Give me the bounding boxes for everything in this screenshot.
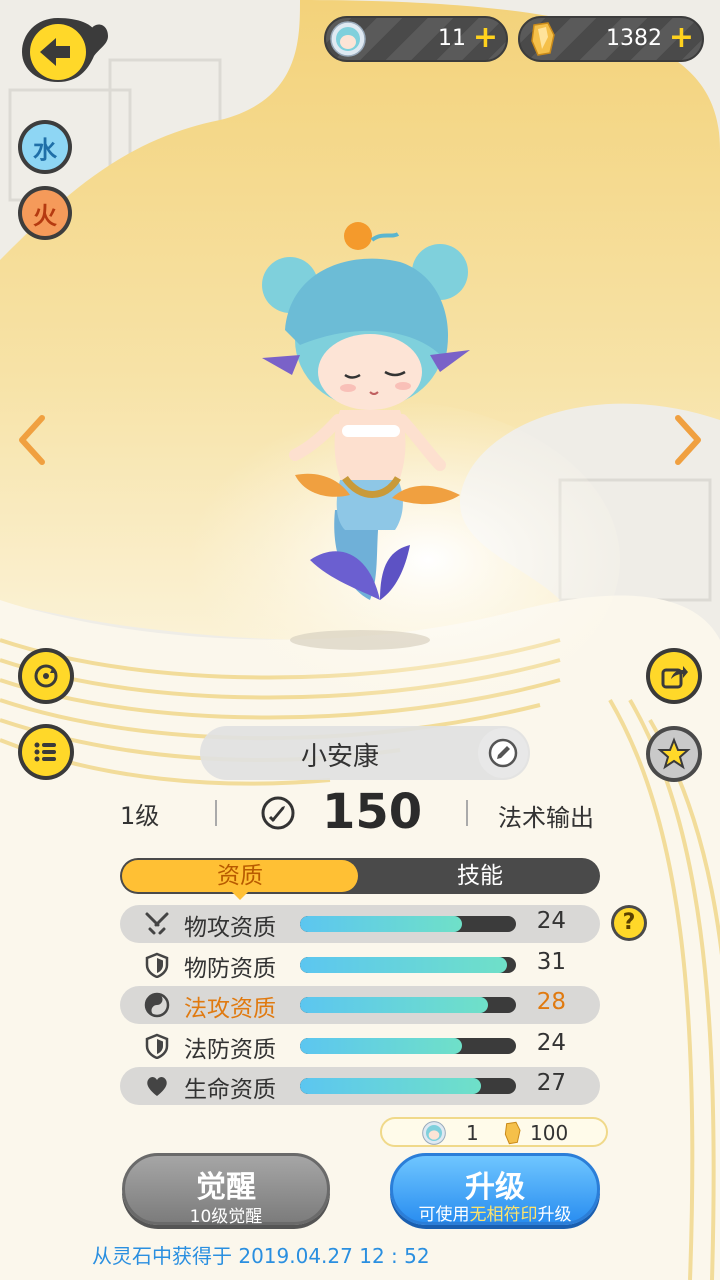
divider: [466, 800, 468, 826]
mermaid-face-icon: [422, 1121, 446, 1145]
sword-power-icon: [261, 796, 295, 830]
aptitude-bar: [300, 916, 516, 932]
tab-pointer: [232, 892, 248, 900]
pet-name-plate: 小安康: [200, 726, 530, 780]
tab-aptitude[interactable]: 资质: [122, 860, 358, 892]
currency-tickets[interactable]: 11 +: [324, 16, 508, 62]
upgrade-cost: 1 100: [380, 1117, 608, 1147]
share-icon: [661, 666, 688, 689]
pet-level: 1级: [120, 802, 160, 830]
aptitude-value: 28: [536, 989, 566, 1015]
element-fire-label: 火: [22, 190, 68, 236]
swords-icon: [145, 912, 169, 935]
list-menu-button[interactable]: [18, 724, 74, 780]
heart-icon: [147, 1077, 167, 1096]
rotate-view-button[interactable]: [18, 648, 74, 704]
crystals-value: 1382: [606, 26, 662, 51]
pet-name: 小安康: [300, 742, 379, 772]
aptitude-row: 物防资质 31: [120, 946, 600, 984]
tab-skills[interactable]: 技能: [360, 858, 600, 894]
pet-role: 法术输出: [498, 804, 594, 832]
pencil-icon: [488, 738, 518, 768]
favorite-button[interactable]: [646, 726, 702, 782]
aptitude-bar-fill: [300, 1078, 482, 1094]
aptitude-label: 物防资质: [184, 956, 276, 982]
aptitude-bar-fill: [300, 916, 462, 932]
shield-icon: [145, 952, 169, 978]
add-crystals-icon[interactable]: +: [669, 20, 694, 55]
element-fire-badge[interactable]: 火: [18, 186, 72, 240]
upgrade-hint-item: 无相符印: [469, 1205, 538, 1225]
aptitude-bar: [300, 957, 516, 973]
list-icon: [34, 742, 56, 762]
add-tickets-icon[interactable]: +: [473, 20, 498, 55]
aptitude-value: 24: [536, 908, 566, 934]
yin-yang-icon: [144, 992, 170, 1018]
upgrade-hint: 可使用无相符印升级: [393, 1200, 597, 1225]
awaken-button[interactable]: 觉醒 10级觉醒: [122, 1153, 330, 1227]
awaken-label: 觉醒: [196, 1170, 256, 1205]
shield-icon: [145, 1033, 169, 1059]
currency-crystals[interactable]: 1382 +: [518, 16, 704, 62]
aptitude-label: 法攻资质: [184, 996, 276, 1022]
mermaid-face-icon: [330, 21, 366, 57]
aptitude-value: 27: [536, 1070, 566, 1096]
combat-power: 150: [322, 784, 423, 840]
aptitude-value: 31: [536, 949, 566, 975]
aptitude-row: 生命资质 27: [120, 1067, 600, 1105]
aptitude-label: 法防资质: [184, 1037, 276, 1063]
next-pet-arrow-icon[interactable]: [668, 410, 708, 470]
aptitude-value: 24: [536, 1030, 566, 1056]
aptitude-label: 生命资质: [184, 1077, 276, 1103]
crystal-icon: [504, 1121, 521, 1145]
divider: [215, 800, 217, 826]
crystal-icon: [531, 22, 555, 56]
star-icon: [657, 737, 691, 770]
share-button[interactable]: [646, 648, 702, 704]
upgrade-hint-pre: 可使用: [418, 1205, 470, 1225]
back-button[interactable]: [18, 12, 110, 86]
aptitude-bar: [300, 997, 516, 1013]
help-button[interactable]: ?: [611, 905, 647, 941]
aptitude-bar-fill: [300, 997, 488, 1013]
rotate-icon: [34, 664, 58, 688]
aptitude-bar-fill: [300, 957, 508, 973]
aptitude-bar: [300, 1038, 516, 1054]
cost-tickets: 1: [466, 1121, 479, 1145]
rename-button[interactable]: [478, 728, 528, 778]
element-water-label: 水: [22, 124, 68, 170]
aptitude-label: 物攻资质: [184, 915, 276, 941]
upgrade-button[interactable]: 升级 可使用无相符印升级: [390, 1153, 600, 1225]
element-water-badge[interactable]: 水: [18, 120, 72, 174]
awaken-requirement: 10级觉醒: [189, 1207, 263, 1227]
aptitude-row: 物攻资质 24: [120, 905, 600, 943]
aptitude-row: 法攻资质 28: [120, 986, 600, 1024]
question-icon: ?: [614, 908, 644, 938]
detail-tabs: 资质 技能: [120, 858, 600, 894]
prev-pet-arrow-icon[interactable]: [12, 410, 52, 470]
aptitude-bar-fill: [300, 1038, 462, 1054]
upgrade-hint-post: 升级: [537, 1205, 572, 1225]
aptitude-bar: [300, 1078, 516, 1094]
tickets-value: 11: [438, 26, 466, 51]
cost-crystals: 100: [530, 1121, 569, 1145]
obtained-info: 从灵石中获得于 2019.04.27 12 : 52: [92, 1244, 430, 1268]
aptitude-row: 法防资质 24: [120, 1027, 600, 1065]
